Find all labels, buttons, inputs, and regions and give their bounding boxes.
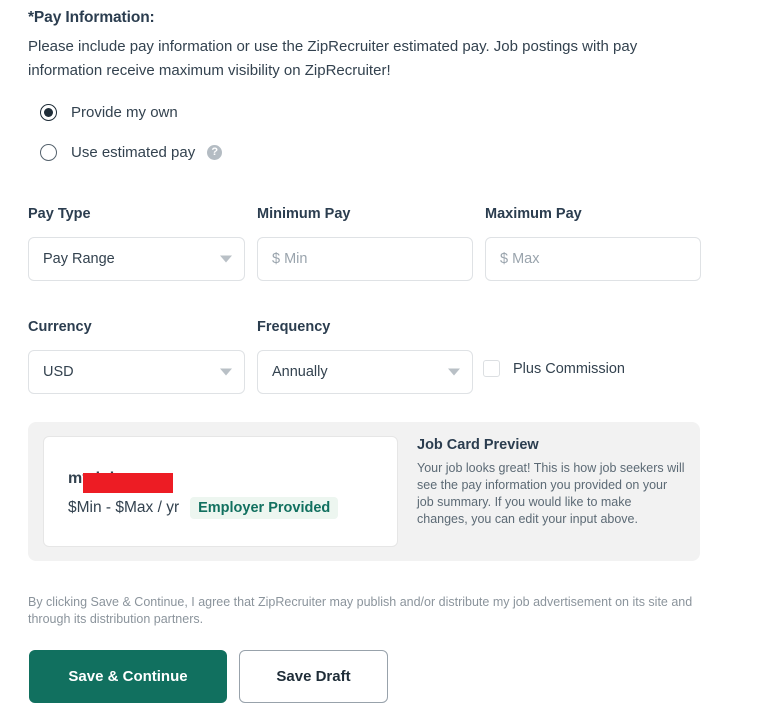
radio-option-provide-my-own[interactable]: Provide my own — [40, 96, 222, 128]
label-frequency: Frequency — [257, 319, 331, 335]
input-minimum-pay[interactable]: $ Min — [257, 237, 473, 281]
pay-information-form: *Pay Information: Please include pay inf… — [0, 0, 774, 715]
job-card-preview-info: Job Card Preview Your job looks great! T… — [417, 437, 685, 528]
select-frequency-value: Annually — [272, 364, 328, 380]
input-minimum-pay-placeholder: $ Min — [272, 251, 308, 267]
radio-label-use-estimated-pay: Use estimated pay — [71, 143, 196, 161]
radio-option-use-estimated-pay[interactable]: Use estimated pay ? — [40, 136, 223, 168]
select-currency-value: USD — [43, 364, 74, 380]
save-draft-button[interactable]: Save Draft — [239, 650, 388, 703]
select-pay-type[interactable]: Pay Range — [28, 237, 245, 281]
radio-unselected-icon[interactable] — [40, 143, 57, 161]
job-card-pay-line: $Min - $Max / yr Employer Provided — [68, 497, 339, 519]
chevron-down-icon[interactable] — [220, 368, 232, 376]
section-description: Please include pay information or use th… — [28, 38, 638, 79]
save-continue-button[interactable]: Save & Continue — [29, 650, 227, 703]
select-currency[interactable]: USD — [28, 350, 245, 394]
label-maximum-pay: Maximum Pay — [485, 206, 582, 222]
page-title: *Pay Information: — [28, 9, 155, 26]
label-pay-type: Pay Type — [28, 206, 91, 222]
chevron-down-icon[interactable] — [448, 368, 460, 376]
checkbox-label-plus-commission: Plus Commission — [513, 360, 625, 377]
redaction-bar — [83, 473, 173, 493]
label-currency: Currency — [28, 319, 92, 335]
chevron-down-icon[interactable] — [220, 255, 232, 263]
job-card-pay-range: $Min - $Max / yr — [68, 499, 180, 516]
status-badge: Employer Provided — [190, 497, 339, 519]
checkbox-row-plus-commission[interactable]: Plus Commission — [483, 360, 625, 377]
select-frequency[interactable]: Annually — [257, 350, 473, 394]
job-card: my job $Min - $Max / yr Employer Provide… — [43, 436, 398, 547]
checkbox-plus-commission[interactable] — [483, 360, 500, 377]
help-circle-icon[interactable]: ? — [207, 144, 223, 160]
pay-source-radio-group: Provide my own Use estimated pay ? — [40, 96, 223, 176]
job-card-preview-body: Your job looks great! This is how job se… — [417, 461, 685, 526]
input-maximum-pay-placeholder: $ Max — [500, 251, 540, 267]
label-minimum-pay: Minimum Pay — [257, 206, 351, 222]
job-card-preview-heading: Job Card Preview — [417, 437, 539, 453]
select-pay-type-value: Pay Range — [43, 251, 115, 267]
job-card-preview-panel: my job $Min - $Max / yr Employer Provide… — [28, 422, 700, 561]
form-actions: Save & Continue Save Draft — [29, 650, 388, 703]
input-maximum-pay[interactable]: $ Max — [485, 237, 701, 281]
radio-selected-icon[interactable] — [40, 103, 57, 121]
disclaimer-text: By clicking Save & Continue, I agree tha… — [28, 595, 693, 626]
radio-label-provide-my-own: Provide my own — [71, 103, 178, 121]
